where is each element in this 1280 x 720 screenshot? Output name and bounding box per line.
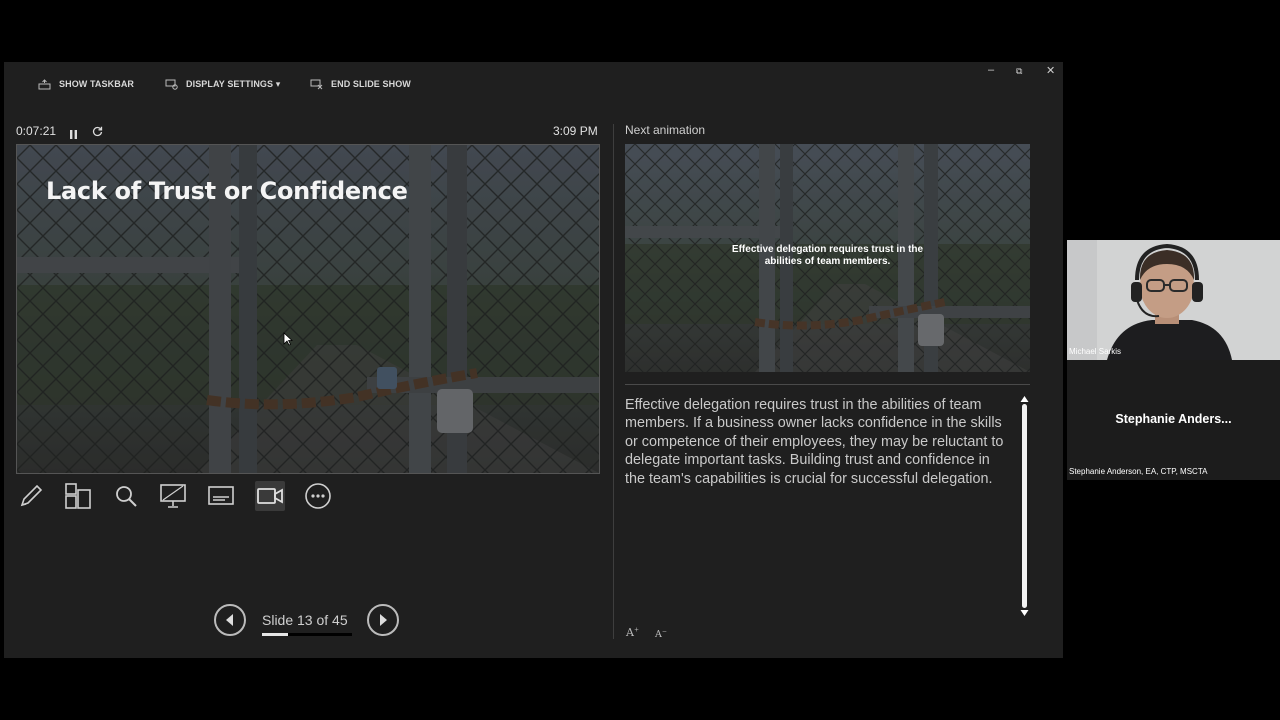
- slide-progress-bar: [262, 633, 352, 636]
- black-screen-button[interactable]: [158, 481, 188, 511]
- current-slide[interactable]: Lack of Trust or Confidence: [16, 144, 600, 474]
- scrollbar-thumb: [1022, 404, 1027, 608]
- slides-grid-icon: [65, 483, 91, 509]
- end-slide-show-button[interactable]: END SLIDE SHOW: [310, 79, 411, 89]
- participant-tile-stephanie[interactable]: Stephanie Anders... Stephanie Anderson, …: [1067, 360, 1280, 480]
- participant-name-stephanie: Stephanie Anderson, EA, CTP, MSCTA: [1069, 467, 1208, 476]
- taskbar-icon: [38, 78, 51, 89]
- pause-timer-button[interactable]: [69, 126, 78, 144]
- chevron-left-icon: [226, 614, 233, 626]
- close-button[interactable]: ✕: [1046, 64, 1055, 77]
- restore-button[interactable]: ⧉: [1016, 66, 1022, 77]
- next-slide-button[interactable]: [367, 604, 399, 636]
- participant-video-michael[interactable]: Michael Sarkis: [1067, 240, 1280, 360]
- participant-video-feed: [1067, 240, 1280, 360]
- display-settings-label: DISPLAY SETTINGS ▾: [186, 78, 281, 89]
- end-slide-show-label: END SLIDE SHOW: [331, 79, 411, 89]
- restart-icon: [92, 126, 103, 137]
- screen-icon: [160, 484, 186, 508]
- end-show-icon: [310, 79, 323, 89]
- display-settings-icon: [165, 79, 178, 90]
- slide-progress-fill: [262, 633, 288, 636]
- chevron-right-icon: [380, 614, 387, 626]
- previous-slide-button[interactable]: [214, 604, 246, 636]
- current-time: 3:09 PM: [553, 124, 598, 138]
- zoom-icon: [116, 486, 137, 507]
- restart-timer-button[interactable]: [92, 124, 103, 142]
- notes-scrollbar[interactable]: [1019, 396, 1030, 616]
- speaker-notes[interactable]: Effective delegation requires trust in t…: [625, 396, 1013, 488]
- subtitles-icon: [208, 486, 234, 505]
- display-settings-button[interactable]: DISPLAY SETTINGS ▾: [165, 78, 281, 90]
- participant-name-michael: Michael Sarkis: [1069, 347, 1122, 356]
- see-all-slides-button[interactable]: [63, 481, 93, 511]
- next-animation-label: Next animation: [625, 123, 706, 137]
- pane-divider[interactable]: [613, 124, 614, 639]
- slide-counter[interactable]: Slide 13 of 45: [262, 612, 348, 628]
- elapsed-timer: 0:07:21: [16, 124, 57, 138]
- pause-icon: [70, 130, 77, 139]
- camera-toggle-button[interactable]: [255, 481, 285, 511]
- more-icon: [305, 483, 331, 509]
- next-slide-caption: Effective delegation requires trust in t…: [731, 244, 924, 267]
- decrease-font-button[interactable]: A−: [655, 628, 667, 640]
- minimize-button[interactable]: –: [988, 64, 994, 76]
- pen-icon: [20, 484, 43, 507]
- show-taskbar-label: SHOW TASKBAR: [59, 79, 135, 89]
- next-slide-preview[interactable]: Effective delegation requires trust in t…: [625, 144, 1030, 372]
- notes-separator: [625, 384, 1030, 385]
- increase-font-button[interactable]: A+: [626, 626, 639, 639]
- more-options-button[interactable]: [303, 481, 333, 511]
- mouse-cursor-icon: [283, 332, 293, 346]
- zoom-button[interactable]: [111, 481, 141, 511]
- subtitles-button[interactable]: [206, 481, 236, 511]
- pen-tool-button[interactable]: [16, 481, 46, 511]
- participant-display-name: Stephanie Anders...: [1115, 412, 1232, 426]
- camera-icon: [257, 488, 283, 504]
- slide-title: Lack of Trust or Confidence: [46, 177, 408, 205]
- show-taskbar-button[interactable]: SHOW TASKBAR: [38, 78, 135, 89]
